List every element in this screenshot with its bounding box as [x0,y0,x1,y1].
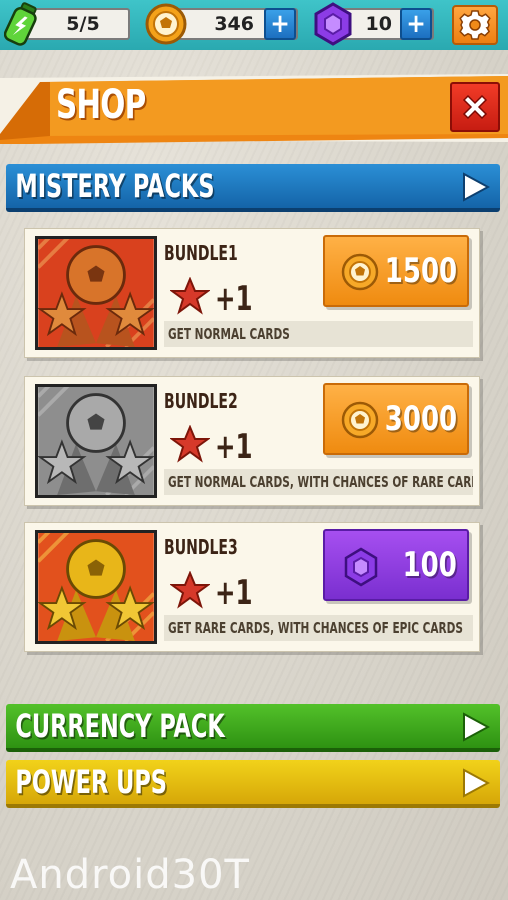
energy-counter: 5/5 [26,8,130,40]
chevron-right-icon [463,768,490,798]
currency-pack-label: CURRENCY PACK [15,707,225,745]
gear-icon [459,10,491,40]
bundle-description: GET RARE CARDS, WITH CHANCES OF EPIC CAR… [164,615,473,641]
coin-icon [341,253,379,291]
star-icon [170,571,210,609]
power-ups-tab[interactable]: POWER UPS [6,760,500,808]
star-icon [170,277,210,315]
bundle-card-2[interactable]: BUNDLE2 +1 GET NORMAL CARDS, WITH CHANCE… [24,376,480,506]
buy-bundle2-button[interactable]: 3000 [323,383,469,455]
price-amount: 100 [402,545,457,585]
silver-ball-pack-image [35,384,157,498]
coin-icon [341,401,379,439]
energy-bottle-icon [4,2,37,46]
gold-ball-pack-image [35,530,157,644]
star-bonus: +1 [215,427,253,467]
price-amount: 3000 [384,399,457,439]
gem-icon [314,2,352,46]
gem-icon [344,547,378,587]
close-button[interactable] [450,82,500,132]
currency-pack-tab[interactable]: CURRENCY PACK [6,704,500,752]
coins-value: 346 [214,13,254,35]
orange-ball-pack-image [35,236,157,350]
star-icon [170,425,210,463]
add-gems-button[interactable]: + [400,8,432,40]
bundle-name: BUNDLE3 [164,535,238,559]
close-icon [462,94,488,120]
bundle-card-1[interactable]: BUNDLE1 +1 GET NORMAL CARDS 1500 [24,228,480,358]
mystery-packs-label: MISTERY PACKS [15,167,215,205]
mystery-packs-tab[interactable]: MISTERY PACKS [6,164,500,212]
bundle-description: GET NORMAL CARDS [164,321,473,347]
bundle-card-3[interactable]: BUNDLE3 +1 GET RARE CARDS, WITH CHANCES … [24,522,480,652]
bundle-name: BUNDLE1 [164,241,238,265]
star-bonus: +1 [215,573,253,613]
watermark: Android30T [10,852,250,898]
energy-value: 5/5 [66,13,100,35]
settings-button[interactable] [452,5,498,45]
star-bonus: +1 [215,279,253,319]
bundle-description: GET NORMAL CARDS, WITH CHANCES OF RARE C… [164,469,473,495]
gems-value: 10 [365,13,392,35]
buy-bundle3-button[interactable]: 100 [323,529,469,601]
chevron-right-icon [463,712,490,742]
page-title: SHOP [56,82,146,128]
add-coins-button[interactable]: + [264,8,296,40]
price-amount: 1500 [384,251,457,291]
coin-icon [145,3,187,45]
buy-bundle1-button[interactable]: 1500 [323,235,469,307]
bundle-name: BUNDLE2 [164,389,238,413]
chevron-right-icon [463,172,490,202]
power-ups-label: POWER UPS [15,763,167,801]
